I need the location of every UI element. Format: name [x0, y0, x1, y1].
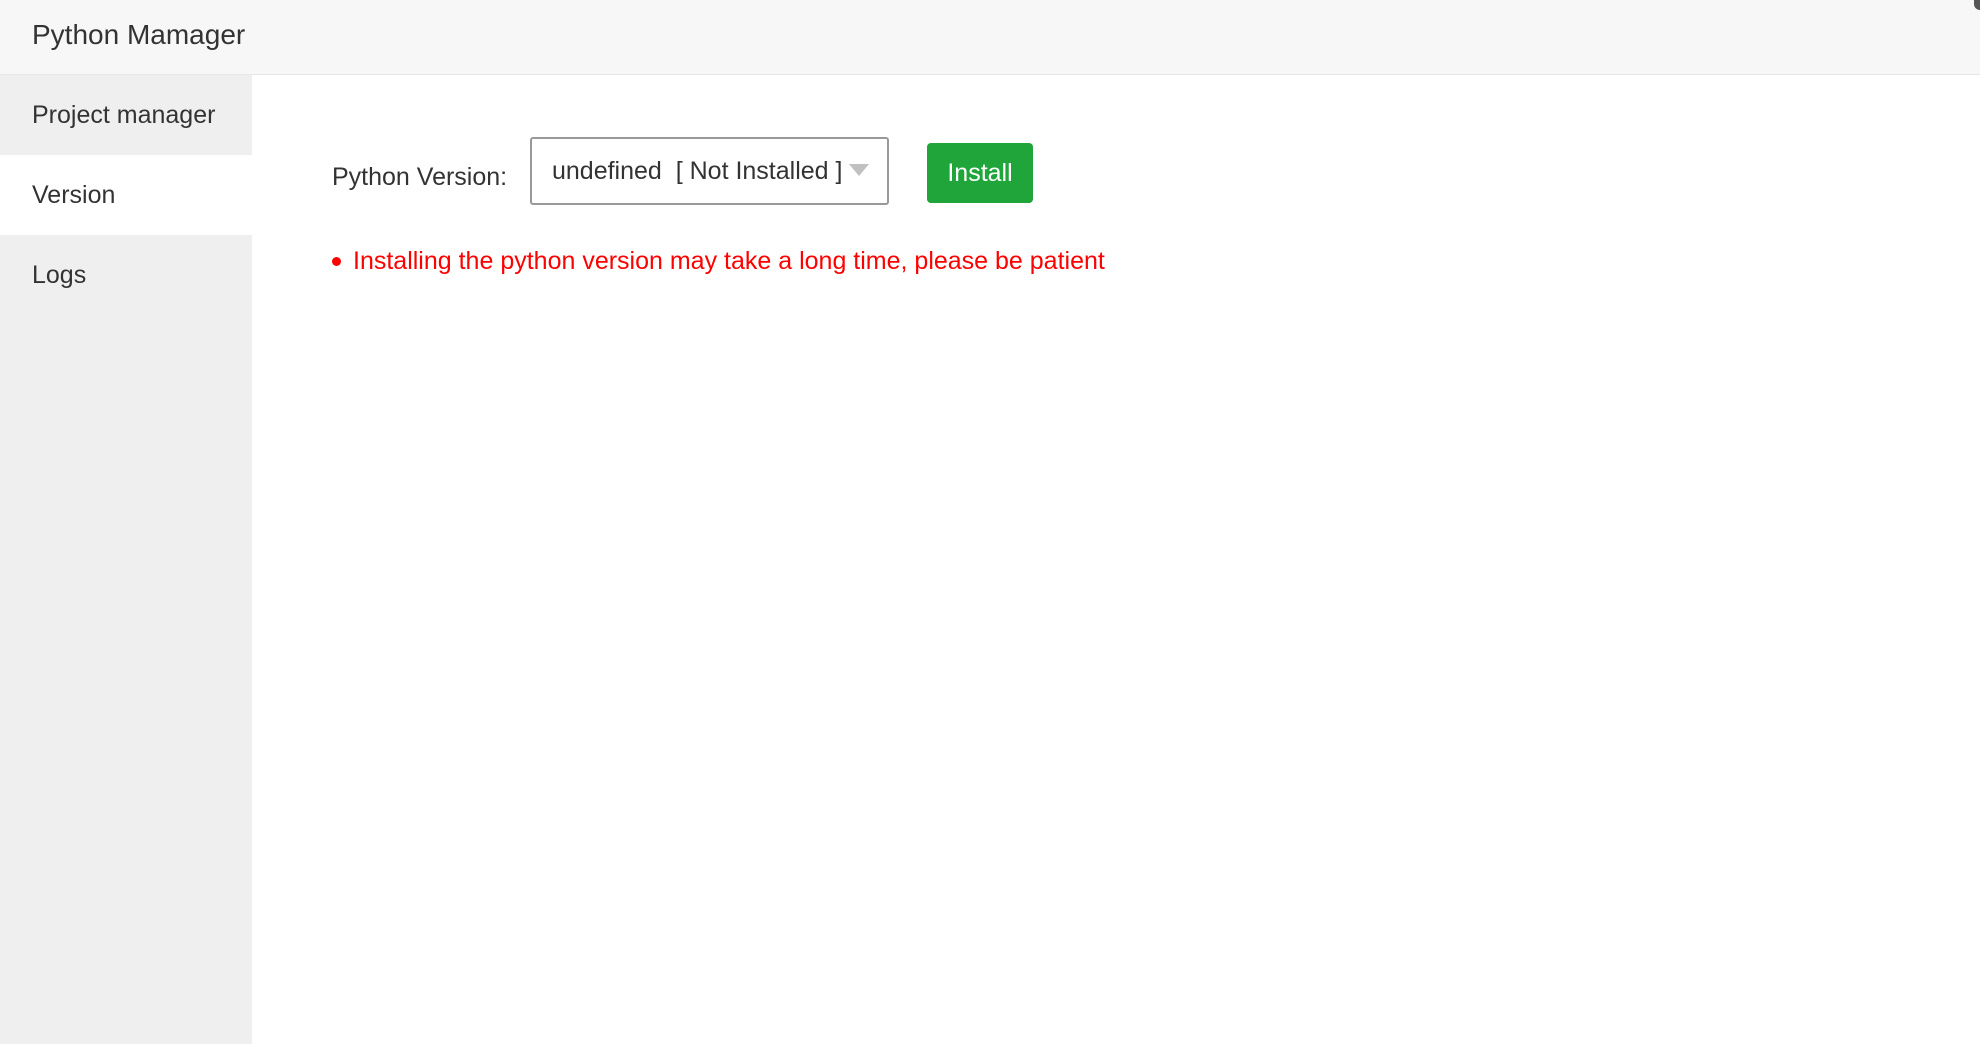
bullet-icon: [332, 257, 341, 266]
window-corner-icon: [1974, 0, 1980, 10]
python-version-select[interactable]: undefined [ Not Installed ]: [530, 137, 889, 205]
install-button[interactable]: Install: [927, 143, 1033, 203]
chevron-down-icon: [849, 164, 869, 176]
title-bar: Python Mamager: [0, 0, 1980, 75]
sidebar-item-logs[interactable]: Logs: [0, 235, 252, 315]
python-version-label: Python Version:: [332, 163, 508, 191]
sidebar-item-project-manager[interactable]: Project manager: [0, 75, 252, 155]
python-manager-window: Python Mamager Project manager Version L…: [0, 0, 1980, 1044]
window-title: Python Mamager: [32, 19, 246, 50]
python-version-select-value: undefined [ Not Installed ]: [552, 157, 843, 185]
main-content: Python Version: undefined [ Not Installe…: [252, 75, 1980, 1044]
sidebar: Project manager Version Logs: [0, 75, 252, 1044]
sidebar-item-version[interactable]: Version: [0, 155, 252, 235]
install-tip-text: Installing the python version may take a…: [353, 247, 1105, 275]
